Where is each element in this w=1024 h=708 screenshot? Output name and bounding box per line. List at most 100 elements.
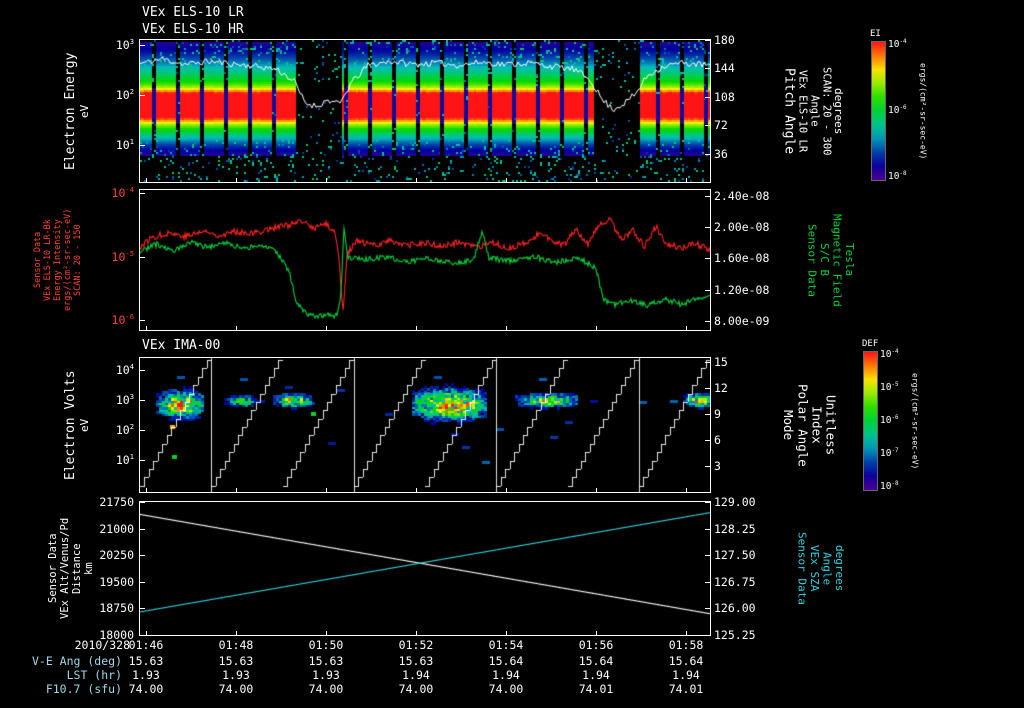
time-tick-label: 01:52 [398,638,434,652]
y-axis-tick-left: 102 [115,422,134,437]
ephemeris-panel[interactable] [139,501,711,636]
sza-label-line3: Angle [820,551,834,586]
y-axis-tick-left: 21000 [99,521,134,536]
y-tick-mark [705,582,710,583]
mode-label-unit: Unitless [823,394,839,456]
ima-heatmap-canvas [140,358,710,492]
footer-value: 74.00 [128,682,164,696]
x-tick-mark [326,326,327,330]
y-tick-mark [140,95,145,96]
y-axis-tick-right: 1.60e-08 [714,251,770,266]
y-axis-tick-right: 12 [714,381,728,396]
y-axis-tick-right: 180 [714,33,735,47]
y-tick-mark [705,466,710,467]
x-tick-mark [236,178,237,182]
y-axis-tick-right: 126.75 [714,574,756,589]
panel3-title-ima: VEx IMA-00 [142,338,221,353]
y-tick-mark [140,45,145,46]
ima-colorbar-title: DEF [862,339,879,349]
y-tick-mark [140,529,145,530]
y-tick-mark [705,388,710,389]
pitch-angle-label-block: Pitch Angle VEx ELS-10 LR Angle SCAN: 20… [782,40,846,182]
mode-label-line2: Polar Angle [795,383,811,467]
y-tick-mark [705,68,710,69]
y-tick-mark [140,145,145,146]
ima-colorbar-tick: 10-5 [880,381,899,393]
y-tick-mark [140,635,145,636]
y-tick-mark [705,258,710,259]
ima-colorbar-tick: 10-4 [880,348,899,360]
x-tick-mark [686,178,687,182]
vex-data-display-window: VEx ELS-10 LR VEx ELS-10 HR VEx IMA-00 E… [0,0,1024,708]
sza-label-block: Sensor Data VEx SZA Angle degrees [795,502,847,635]
y-axis-tick-right: 144 [714,61,735,76]
x-tick-mark [596,178,597,182]
y-axis-tick-right: 126.00 [714,601,756,616]
pitch-angle-sub3: SCAN: 20 - 300 [820,66,833,156]
ima-colorbar-tick: 10-7 [880,447,899,460]
footer-value: 15.63 [128,654,164,668]
y-axis-tick-left: 101 [115,137,134,152]
y-tick-mark [705,290,710,291]
y-tick-mark [705,40,710,41]
intensity-bfield-panel[interactable] [139,189,711,331]
y-axis-tick-left: 10-4 [111,185,134,201]
bfield-label-line1: Sensor Data [805,223,819,297]
time-tick-label: 01:58 [668,638,704,652]
bfield-label-line2: S/C B [818,243,832,277]
y-tick-mark [705,97,710,98]
x-tick-mark [686,488,687,492]
x-tick-mark [506,178,507,182]
els-spectrogram-panel[interactable] [139,39,711,183]
y-tick-mark [705,555,710,556]
footer-value: 15.63 [218,654,254,668]
ima-colorbar [863,351,878,491]
intensity-bfield-canvas [140,190,710,330]
panel1-title-lr: VEx ELS-10 LR [142,5,244,20]
y-tick-mark [705,635,710,636]
footer-value: 74.00 [218,682,254,696]
y-axis-tick-right: 2.00e-08 [714,220,770,235]
bfield-label-unit: Tesla [843,243,857,277]
y-tick-mark [140,608,145,609]
sza-label-unit: degrees [833,545,847,592]
intensity-ylabel-line1: Sensor Data [33,231,43,289]
x-tick-mark [146,178,147,182]
footer-value: 1.94 [672,668,700,682]
y-axis-tick-right: 1.20e-08 [714,282,770,297]
time-tick-label: 01:56 [578,638,614,652]
sza-label-line1: Sensor Data [795,532,809,605]
y-tick-mark [140,370,145,371]
els-colorbar-tick: 10-6 [888,104,907,116]
x-tick-mark [326,488,327,492]
x-tick-mark [686,326,687,330]
y-tick-mark [140,460,145,461]
footer-value: 74.00 [488,682,524,696]
intensity-ylabel-line2: VEx ELS-10 LR-Bk [42,219,53,301]
mode-label-block: Mode Polar Angle Index Unitless [781,358,839,492]
ima-colorbar-tick: 10-6 [880,414,899,426]
y-axis-tick-left: 101 [115,452,134,467]
y-tick-mark [705,608,710,609]
footer-value: 15.64 [578,654,614,668]
y-axis-tick-right: 129.00 [714,495,756,509]
y-axis-tick-left: 10-6 [111,312,134,328]
y-axis-tick-right: 8.00e-09 [714,313,770,328]
y-axis-tick-left: 19500 [99,574,134,589]
x-tick-mark [506,326,507,330]
footer-value: 1.94 [492,668,520,682]
els-ylabel-block: Electron Energy eV [63,40,91,182]
y-tick-mark [705,529,710,530]
intensity-ylabel-line3: Energy Intensity [52,219,63,301]
y-axis-tick-right: 3 [714,459,721,474]
y-axis-tick-right: 128.25 [714,521,756,536]
y-tick-mark [705,227,710,228]
y-axis-tick-right: 2.40e-08 [714,189,770,204]
y-tick-mark [140,400,145,401]
ima-spectrogram-panel[interactable] [139,357,711,493]
els-colorbar-unit: ergs/(cm²-sr-sec-eV) [918,62,928,160]
footer-value: 15.64 [668,654,704,668]
y-axis-tick-left: 21750 [99,495,134,509]
x-tick-mark [506,631,507,635]
y-axis-tick-right: 15 [714,355,728,370]
